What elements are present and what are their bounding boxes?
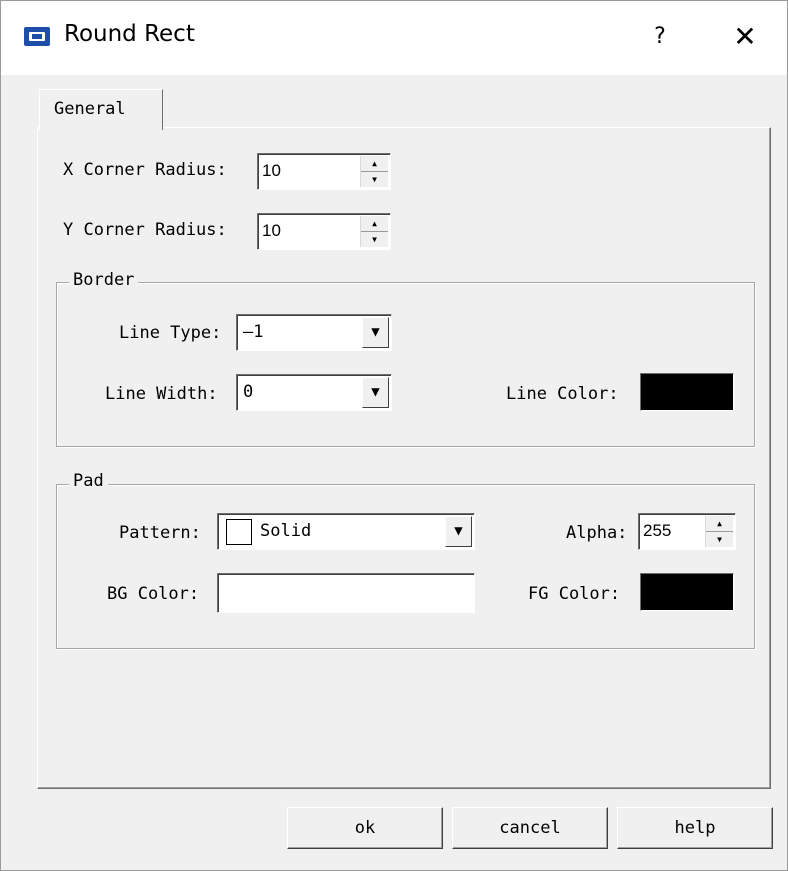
- line-type-dropdown[interactable]: —1 ▼: [236, 314, 392, 351]
- alpha-spin-buttons: ▲ ▼: [705, 516, 733, 547]
- y-corner-radius-value: 10: [262, 221, 281, 240]
- spin-down-icon[interactable]: ▼: [706, 532, 733, 547]
- pattern-label: Pattern:: [119, 523, 201, 543]
- chevron-down-icon[interactable]: ▼: [362, 317, 389, 348]
- ok-button[interactable]: ok: [287, 807, 443, 849]
- alpha-label: Alpha:: [566, 523, 628, 543]
- pad-group: [56, 484, 755, 649]
- alpha-value: 255: [643, 521, 672, 540]
- help-button[interactable]: help: [617, 807, 773, 849]
- spin-up-icon[interactable]: ▲: [361, 156, 388, 172]
- pattern-dropdown[interactable]: Solid ▼: [217, 513, 475, 550]
- y-corner-radius-spin-buttons: ▲ ▼: [360, 216, 388, 247]
- x-corner-radius-value: 10: [262, 161, 281, 180]
- chevron-down-icon[interactable]: ▼: [445, 516, 472, 547]
- border-group: [56, 282, 755, 447]
- spin-up-icon[interactable]: ▲: [361, 216, 388, 232]
- line-width-label: Line Width:: [105, 384, 218, 404]
- fg-color-label: FG Color:: [528, 584, 621, 604]
- bg-color-label: BG Color:: [107, 584, 200, 604]
- alpha-spinbox[interactable]: 255 ▲ ▼: [638, 513, 736, 550]
- line-width-dropdown[interactable]: 0 ▼: [236, 374, 392, 411]
- pad-group-title: Pad: [69, 471, 108, 491]
- x-corner-radius-spin-buttons: ▲ ▼: [360, 156, 388, 187]
- line-width-value: 0: [243, 382, 254, 402]
- spin-down-icon[interactable]: ▼: [361, 232, 388, 247]
- x-corner-radius-spinbox[interactable]: 10 ▲ ▼: [257, 153, 391, 190]
- cancel-button[interactable]: cancel: [452, 807, 608, 849]
- window-title: Round Rect: [64, 21, 195, 47]
- bg-color-swatch[interactable]: [217, 573, 475, 613]
- chevron-down-icon[interactable]: ▼: [362, 377, 389, 408]
- y-corner-radius-label: Y Corner Radius:: [63, 220, 227, 240]
- app-icon: [24, 27, 50, 46]
- line-color-swatch[interactable]: [640, 373, 734, 411]
- help-icon[interactable]: ?: [645, 19, 675, 55]
- title-bar[interactable]: Round Rect ? ✕: [1, 1, 787, 75]
- y-corner-radius-spinbox[interactable]: 10 ▲ ▼: [257, 213, 391, 250]
- tab-general[interactable]: General: [39, 89, 163, 130]
- x-corner-radius-label: X Corner Radius:: [63, 160, 227, 180]
- line-type-label: Line Type:: [119, 323, 222, 343]
- spin-down-icon[interactable]: ▼: [361, 172, 388, 187]
- pattern-value: Solid: [260, 521, 312, 541]
- spin-up-icon[interactable]: ▲: [706, 516, 733, 532]
- line-color-label: Line Color:: [506, 384, 619, 404]
- pattern-preview-icon: [226, 519, 252, 545]
- dialog-window: Round Rect ? ✕ General X Corner Radius: …: [0, 0, 788, 871]
- fg-color-swatch[interactable]: [640, 573, 734, 611]
- border-group-title: Border: [69, 270, 139, 290]
- close-icon[interactable]: ✕: [723, 19, 767, 55]
- tab-general-label: General: [54, 99, 126, 119]
- line-type-value: —1: [243, 322, 264, 342]
